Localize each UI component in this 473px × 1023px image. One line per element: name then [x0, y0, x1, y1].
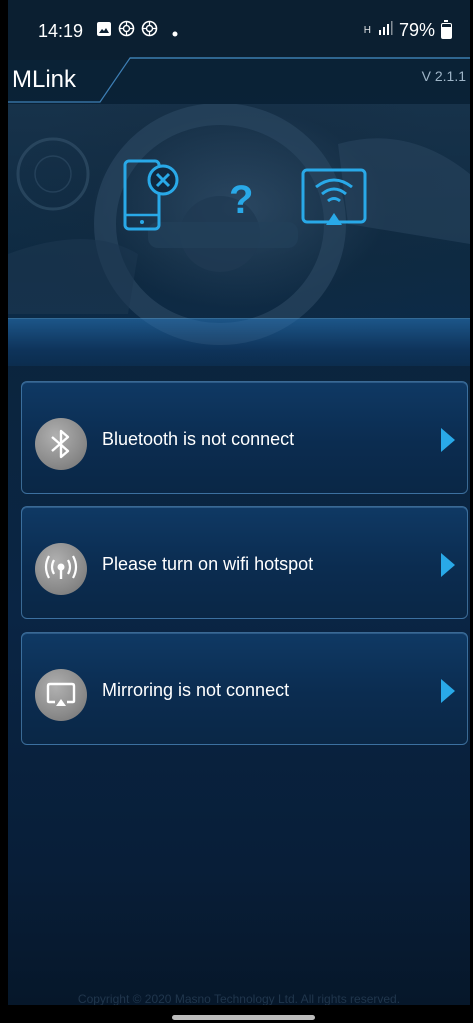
hero-light-band — [8, 318, 470, 366]
copyright-text: Copyright © 2020 Masno Technology Ltd. A… — [77, 992, 401, 1006]
bluetooth-status-label: Bluetooth is not connect — [102, 429, 295, 449]
status-time: 14:19 — [38, 21, 84, 41]
network-type: H — [363, 25, 371, 36]
chevron-right-icon — [441, 428, 455, 452]
phone-disconnected-icon — [123, 159, 179, 231]
status-right: H 79% — [363, 19, 452, 41]
bluetooth-status-button[interactable]: Bluetooth is not connect — [21, 381, 468, 494]
battery-percent: 79% — [398, 20, 435, 40]
hero-banner: ? — [8, 104, 470, 366]
app-screen: 14:19 H 79% MLink V 2.1.1 ? Bluetooth is… — [0, 0, 473, 1023]
bluetooth-icon — [35, 418, 87, 470]
mirroring-icon — [35, 669, 87, 721]
app-notification-icon — [141, 20, 158, 42]
home-indicator[interactable] — [172, 1015, 315, 1020]
app-title: MLink — [12, 66, 77, 93]
chevron-right-icon — [441, 679, 455, 703]
mirroring-status-label: Mirroring is not connect — [102, 680, 290, 700]
question-mark-icon: ? — [229, 178, 254, 222]
app-version: V 2.1.1 — [421, 68, 466, 84]
header-divider-line — [8, 57, 473, 103]
screen-edge-left — [0, 0, 8, 1023]
chevron-right-icon — [441, 553, 455, 577]
mirroring-status-button[interactable]: Mirroring is not connect — [21, 632, 468, 745]
signal-icon — [377, 20, 393, 41]
notification-icons — [96, 20, 178, 42]
wifi-hotspot-button[interactable]: Please turn on wifi hotspot — [21, 506, 468, 619]
wifi-hotspot-label: Please turn on wifi hotspot — [102, 554, 314, 574]
app-notification-icon — [118, 20, 135, 42]
screen-mirror-wifi-icon — [301, 168, 367, 225]
app-header: MLink V 2.1.1 — [8, 56, 473, 104]
status-bar: 14:19 H 79% — [8, 0, 470, 60]
gallery-icon — [96, 21, 112, 42]
battery-icon — [441, 19, 452, 39]
hotspot-icon — [35, 543, 87, 595]
dot-icon — [172, 21, 178, 42]
navigation-bar — [0, 1005, 473, 1023]
